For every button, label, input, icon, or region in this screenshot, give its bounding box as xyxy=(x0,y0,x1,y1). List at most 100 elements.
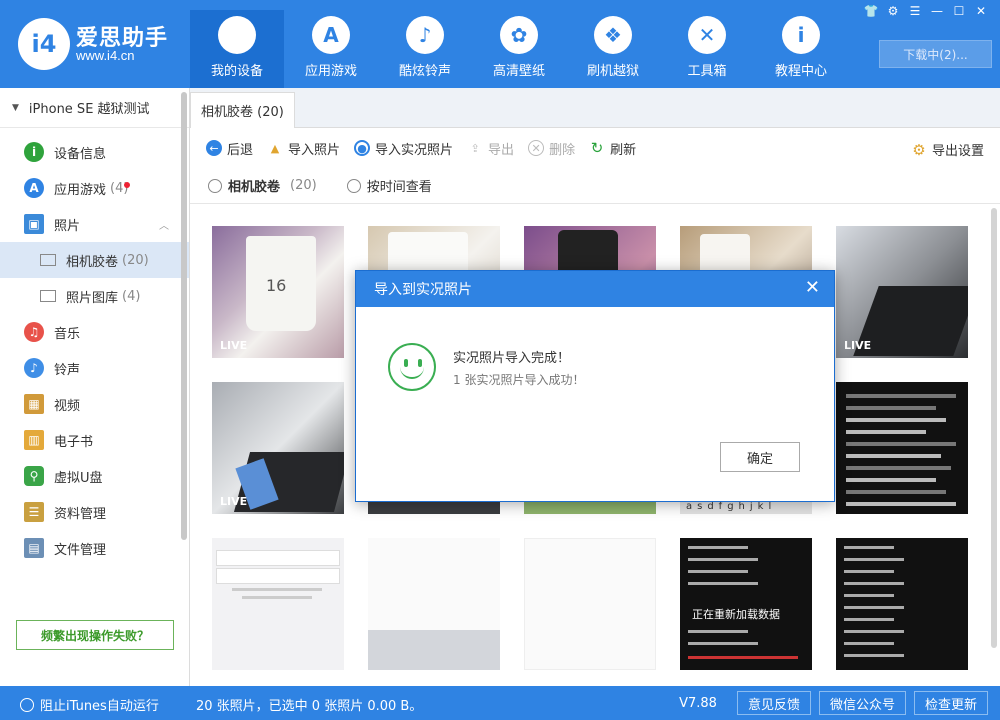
reload-text: 正在重新加载数据 xyxy=(692,608,780,621)
sidebar-item-label: 音乐 xyxy=(54,326,81,342)
export-button[interactable]: ⇪ 导出 xyxy=(467,139,514,158)
toolbar: ← 后退 ▲ 导入照片 ● 导入实况照片 ⇪ 导出 ✕ 删除 ↻ 刷新 ⚙ 导出… xyxy=(190,128,1000,168)
sidebar-item-label: 虚拟U盘 xyxy=(54,470,103,486)
nav-wallpapers[interactable]: ✿ 高清壁纸 xyxy=(472,10,566,88)
photo-thumbnail[interactable] xyxy=(212,538,344,670)
delete-button[interactable]: ✕ 删除 xyxy=(528,139,575,158)
close-icon[interactable]: ✕ xyxy=(805,277,820,298)
nav-ringtones[interactable]: ♪ 酷炫铃声 xyxy=(378,10,472,88)
photo-thumbnail[interactable]: LIVE xyxy=(212,382,344,514)
filter-label: 相机胶卷 xyxy=(228,180,281,195)
nav-apps[interactable]: A 应用游戏 xyxy=(284,10,378,88)
sidebar-item-video[interactable]: ▦ 视频 xyxy=(0,386,189,422)
export-icon: ⇪ xyxy=(470,141,480,155)
radio-button[interactable] xyxy=(208,178,222,193)
sidebar-item-ringtones[interactable]: ♪ 铃声 xyxy=(0,350,189,386)
nav-label: 酷炫铃声 xyxy=(398,64,451,79)
shirt-icon[interactable]: 👕 xyxy=(860,2,882,20)
photo-thumbnail[interactable]: 16 LIVE xyxy=(212,226,344,358)
brand-url: www.i4.cn xyxy=(76,48,135,63)
photo-thumbnail[interactable] xyxy=(524,538,656,670)
filter-bar: 相机胶卷 (20) 按时间查看 xyxy=(190,168,1000,204)
sidebar-item-apps[interactable]: A 应用游戏 (4) xyxy=(0,170,189,206)
device-header[interactable]: ▼ iPhone SE 越狱测试 xyxy=(0,88,189,128)
doc-icon: ☰ xyxy=(24,502,44,522)
info-icon: i xyxy=(782,16,820,54)
minimize-icon[interactable]: — xyxy=(926,2,948,20)
live-photo-icon: ● xyxy=(354,140,371,156)
sidebar-item-device-info[interactable]: i 设备信息 xyxy=(0,134,189,170)
feedback-button[interactable]: 意见反馈 xyxy=(736,691,811,715)
photo-thumbnail[interactable]: LIVE xyxy=(836,226,968,358)
export-settings-button[interactable]: ⚙ 导出设置 xyxy=(911,140,984,160)
menu-icon[interactable]: ☰ xyxy=(904,2,926,20)
import-live-label: 导入实况照片 xyxy=(375,142,454,158)
version-label: V7.88 xyxy=(679,695,717,711)
gear-icon[interactable]: ⚙ xyxy=(882,2,904,20)
status-bar: 阻止iTunes自动运行 20 张照片，已选中 0 张照片 0.00 B。 V7… xyxy=(0,686,1000,720)
filter-camera-roll[interactable]: 相机胶卷 (20) xyxy=(208,176,317,195)
appstore-icon: A xyxy=(312,16,350,54)
sidebar-scrollbar[interactable] xyxy=(181,92,187,540)
nav-label: 高清壁纸 xyxy=(492,64,545,79)
filter-by-time[interactable]: 按时间查看 xyxy=(346,176,432,195)
sidebar-item-label: 相机胶卷 xyxy=(66,254,119,270)
nav-label: 刷机越狱 xyxy=(586,64,639,79)
sidebar-item-label: 视频 xyxy=(54,398,81,414)
tab-camera-roll[interactable]: 相机胶卷 (20) xyxy=(190,92,295,128)
main-nav: 我的设备 A 应用游戏 ♪ 酷炫铃声 ✿ 高清壁纸 ❖ 刷机越狱 ✕ 工具箱 i… xyxy=(190,10,848,88)
photo-thumbnail[interactable]: 正在重新加载数据 xyxy=(680,538,812,670)
folder-icon: ▤ xyxy=(24,538,44,558)
photo-thumbnail[interactable] xyxy=(368,538,500,670)
apple-icon xyxy=(218,16,256,54)
sidebar-item-music[interactable]: ♫ 音乐 xyxy=(0,314,189,350)
nav-tutorials[interactable]: i 教程中心 xyxy=(754,10,848,88)
photo-thumbnail[interactable] xyxy=(836,382,968,514)
photo-thumbnail[interactable] xyxy=(836,538,968,670)
delete-label: 删除 xyxy=(549,142,576,158)
device-name: iPhone SE 越狱测试 xyxy=(28,102,150,117)
import-live-photo-button[interactable]: ● 导入实况照片 xyxy=(354,139,453,158)
appstore-icon: A xyxy=(24,178,44,198)
radio-button[interactable] xyxy=(20,697,34,712)
dialog-title-bar: 导入到实况照片 ✕ xyxy=(356,271,834,307)
top-bar: i4 爱思助手 www.i4.cn 我的设备 A 应用游戏 ♪ 酷炫铃声 ✿ 高… xyxy=(0,0,1000,88)
delete-icon: ✕ xyxy=(528,140,545,156)
chevron-up-icon[interactable]: ︿ xyxy=(159,217,169,232)
nav-flash-jailbreak[interactable]: ❖ 刷机越狱 xyxy=(566,10,660,88)
nav-toolbox[interactable]: ✕ 工具箱 xyxy=(660,10,754,88)
nav-label: 我的设备 xyxy=(210,64,263,79)
block-itunes-label: 阻止iTunes自动运行 xyxy=(40,699,159,714)
logo-icon: i4 xyxy=(18,18,70,70)
block-itunes-toggle[interactable]: 阻止iTunes自动运行 xyxy=(20,695,159,714)
back-button[interactable]: ← 后退 xyxy=(206,139,253,158)
sidebar-item-usb-drive[interactable]: ⚲ 虚拟U盘 xyxy=(0,458,189,494)
sidebar-item-photos[interactable]: ▣ 照片 ︿ xyxy=(0,206,189,242)
notification-dot xyxy=(124,182,130,188)
refresh-button[interactable]: ↻ 刷新 xyxy=(589,139,636,158)
gear-icon: ⚙ xyxy=(912,140,926,159)
wechat-button[interactable]: 微信公众号 xyxy=(818,691,906,715)
radio-button[interactable] xyxy=(346,178,361,193)
nav-label: 应用游戏 xyxy=(304,64,357,79)
frequent-failure-button[interactable]: 频繁出现操作失败？ xyxy=(16,620,174,650)
sidebar-item-ebooks[interactable]: ▥ 电子书 xyxy=(0,422,189,458)
sidebar-item-label: 应用游戏 xyxy=(54,182,107,198)
item-count: (20) xyxy=(290,178,317,193)
sidebar-item-file-manage[interactable]: ▤ 文件管理 xyxy=(0,530,189,566)
sidebar-item-data-manage[interactable]: ☰ 资料管理 xyxy=(0,494,189,530)
sidebar-item-photo-library[interactable]: 照片图库 (4) xyxy=(0,278,189,314)
check-update-button[interactable]: 检查更新 xyxy=(913,691,988,715)
ok-button[interactable]: 确定 xyxy=(720,442,800,472)
import-photo-button[interactable]: ▲ 导入照片 xyxy=(267,139,340,158)
refresh-icon: ↻ xyxy=(590,139,604,157)
usb-icon: ⚲ xyxy=(24,466,44,486)
nav-my-device[interactable]: 我的设备 xyxy=(190,10,284,88)
download-button[interactable]: 下载中(2)... xyxy=(879,40,992,68)
maximize-icon[interactable]: ☐ xyxy=(948,2,970,20)
main-scrollbar[interactable] xyxy=(991,208,997,648)
smile-icon xyxy=(388,343,436,391)
sidebar-item-camera-roll[interactable]: 相机胶卷 (20) xyxy=(0,242,189,278)
close-icon[interactable]: ✕ xyxy=(970,2,992,20)
flower-icon: ✿ xyxy=(500,16,538,54)
